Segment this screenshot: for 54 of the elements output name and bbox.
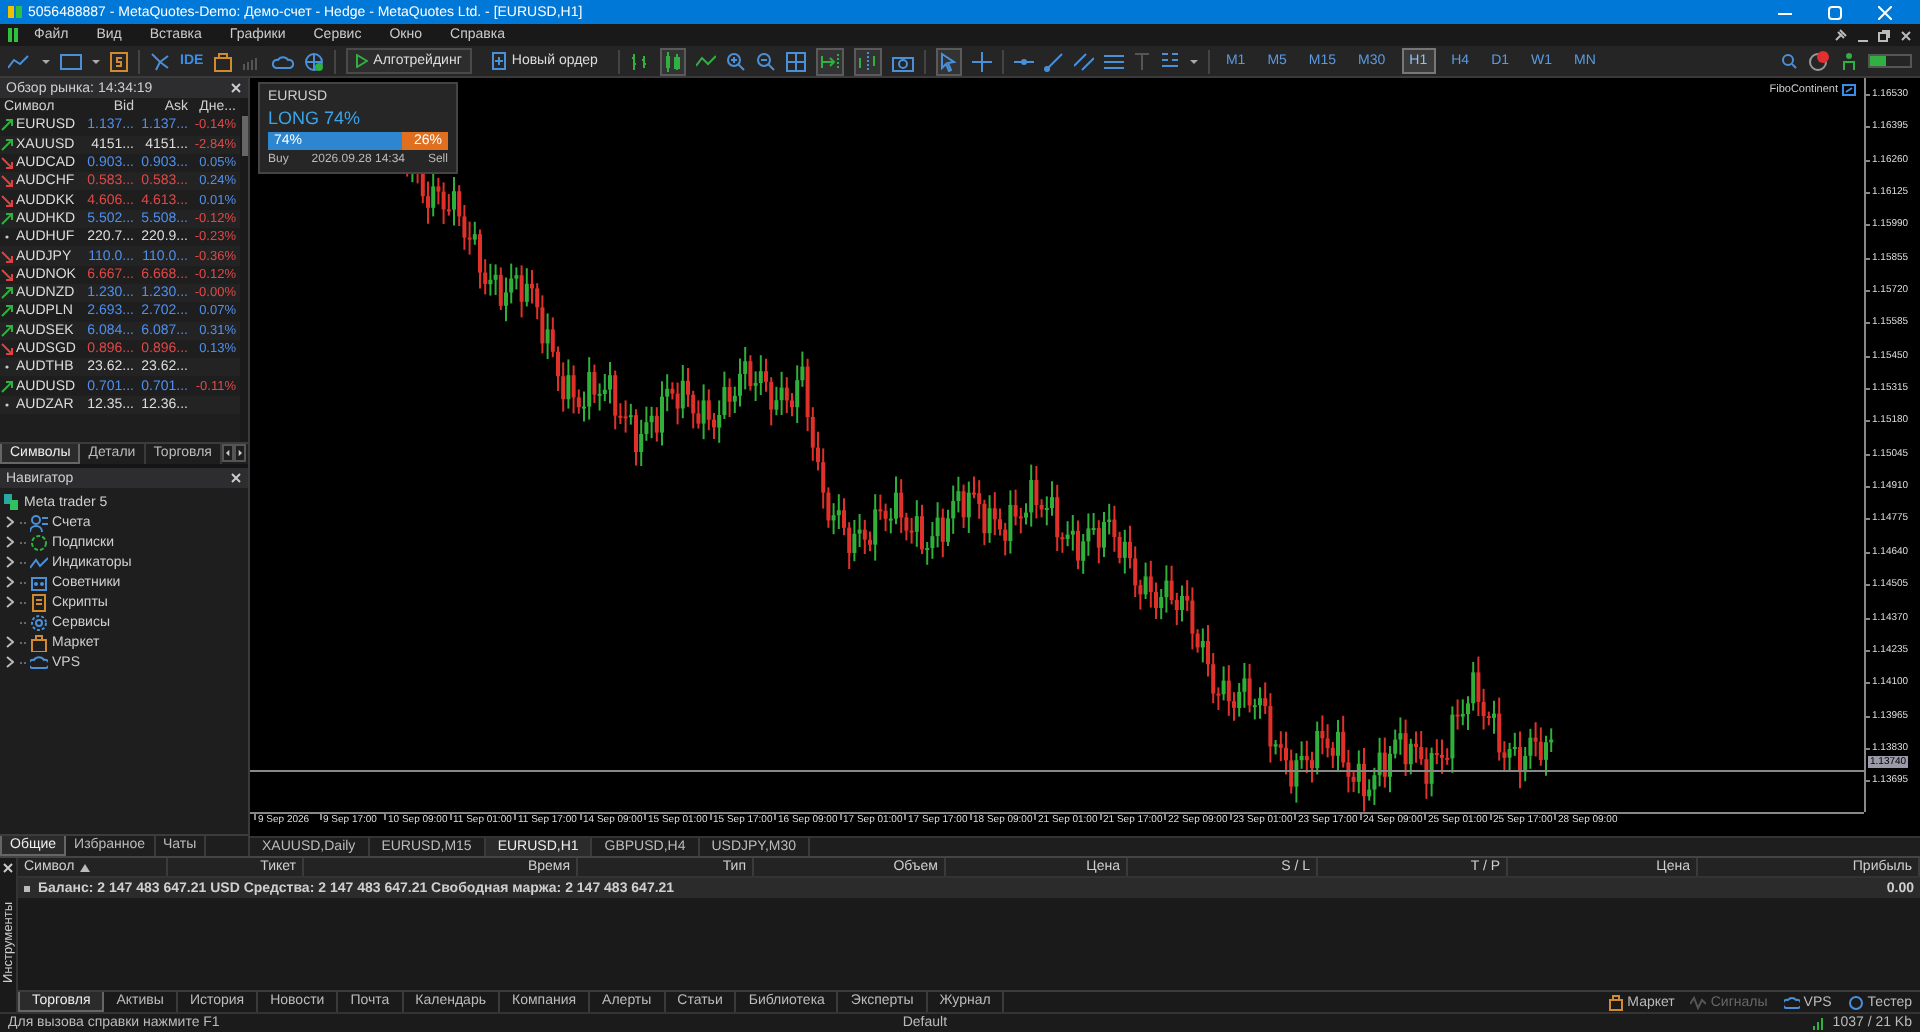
line-chart-icon[interactable] — [695, 51, 716, 71]
zoom-out-icon[interactable] — [755, 51, 776, 71]
line-chart-icon[interactable] — [8, 51, 32, 71]
close-icon[interactable] — [2, 862, 14, 874]
candlestick-icon[interactable] — [663, 51, 682, 71]
signal-person-icon[interactable] — [1840, 51, 1858, 71]
tester-icon — [1847, 993, 1864, 1011]
signal-wave-icon — [1690, 993, 1707, 1011]
experts-icon — [30, 573, 48, 591]
app-icon — [8, 28, 20, 42]
fibonacci-icon[interactable] — [1103, 51, 1124, 71]
restore-icon[interactable] — [1878, 29, 1890, 41]
app-icon — [8, 4, 22, 20]
platform-icon — [4, 494, 20, 510]
shapes-icon[interactable] — [1159, 51, 1180, 71]
connection-indicator — [1868, 54, 1912, 68]
zoom-in-icon[interactable] — [725, 51, 746, 71]
close-icon[interactable] — [230, 82, 242, 94]
dollar-icon[interactable] — [110, 51, 128, 71]
maximize-icon[interactable] — [1828, 5, 1842, 19]
scroll-icon — [30, 593, 48, 611]
chart-shift-icon[interactable] — [857, 51, 878, 71]
trendline-icon[interactable] — [1043, 51, 1064, 71]
cloud-icon[interactable] — [271, 51, 294, 71]
cursor-icon[interactable] — [939, 51, 958, 71]
cloud-icon — [1783, 993, 1800, 1011]
signal-bars-icon — [1812, 1016, 1827, 1030]
shopping-bag-icon — [30, 633, 48, 651]
indicators-icon — [30, 553, 48, 571]
bullet-icon — [24, 885, 30, 891]
play-icon — [355, 54, 368, 68]
subscriptions-icon — [30, 533, 48, 551]
scroll-left-icon[interactable] — [222, 444, 234, 462]
gear-icon — [30, 613, 48, 631]
shopping-bag-icon[interactable] — [213, 51, 232, 71]
shopping-bag-icon — [1607, 993, 1624, 1011]
pin-icon[interactable] — [1834, 28, 1848, 42]
grid-icon[interactable] — [785, 51, 806, 71]
cloud-icon — [30, 653, 48, 671]
scroll-right-icon[interactable] — [234, 444, 246, 462]
notification-icon[interactable] — [1808, 50, 1830, 72]
auto-scroll-icon[interactable] — [819, 51, 840, 71]
search-icon[interactable] — [1780, 51, 1798, 71]
close-icon[interactable] — [230, 472, 242, 484]
close-icon[interactable] — [1900, 29, 1912, 41]
camera-icon[interactable] — [891, 51, 914, 71]
chart-window-icon[interactable] — [60, 51, 82, 71]
bar-chart-icon[interactable] — [629, 51, 650, 71]
document-plus-icon — [491, 52, 506, 70]
globe-icon[interactable] — [303, 51, 324, 71]
crosshair-icon[interactable] — [971, 51, 992, 71]
channel-icon[interactable] — [1073, 51, 1094, 71]
signal-label: LONG 74% — [268, 108, 363, 128]
accounts-icon — [30, 513, 48, 531]
